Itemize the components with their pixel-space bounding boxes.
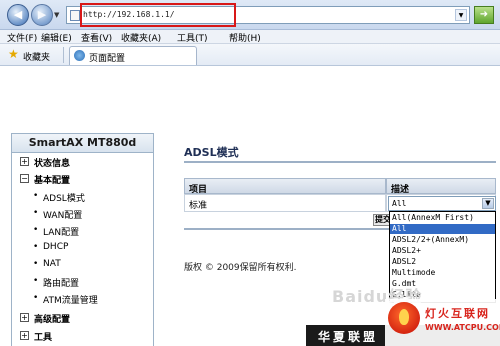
sidebar-item-lan[interactable]: • LAN配置 xyxy=(12,222,153,238)
heading-divider xyxy=(184,161,496,163)
dropdown-option[interactable]: Multimode xyxy=(390,268,495,278)
select-value: All xyxy=(392,199,407,208)
browser-toolbar: ◀ ▶ ▼ http://192.168.1.1/ ▼ ➜ xyxy=(0,0,500,30)
table-header-item: 项目 xyxy=(184,178,386,195)
ie-page-icon xyxy=(74,50,85,61)
sidebar-item-label: ADSL模式 xyxy=(43,194,85,204)
banner-text: 华夏联盟 xyxy=(318,330,379,344)
site-logo-watermark: 灯火互联网 WWW.ATCPU.COM xyxy=(385,299,500,346)
sidebar-menu: + 状态信息 − 基本配置 • ADSL模式 • WAN配置 • LAN配置 • DHC… xyxy=(11,153,154,346)
page-icon xyxy=(70,10,80,21)
page-title: ADSL模式 xyxy=(184,146,239,159)
address-dropdown-icon[interactable]: ▼ xyxy=(455,9,467,21)
sidebar-item-label: NAT xyxy=(43,259,61,269)
dropdown-option[interactable]: ADSL2/2+(AnnexM) xyxy=(390,235,495,245)
menu-favorites[interactable]: 收藏夹(A) xyxy=(121,31,161,44)
forward-button[interactable]: ▶ xyxy=(31,4,53,26)
sidebar-item-adsl-mode[interactable]: • ADSL模式 xyxy=(12,188,153,204)
collapse-minus-icon[interactable]: − xyxy=(20,174,29,183)
sidebar-item-label: ATM流量管理 xyxy=(43,296,98,306)
back-arrow-icon: ◀ xyxy=(13,8,23,21)
favorites-star-icon[interactable]: ★ xyxy=(8,48,19,60)
address-highlight-box xyxy=(80,3,236,27)
chevron-down-icon[interactable]: ▼ xyxy=(482,198,494,209)
sidebar-item-dhcp[interactable]: • DHCP xyxy=(12,239,153,255)
menu-bar: 文件(F) 编辑(E) 查看(V) 收藏夹(A) 工具(T) 帮助(H) xyxy=(0,30,500,44)
sidebar-group-tools[interactable]: + 工具 xyxy=(12,328,153,344)
dropdown-option[interactable]: All(AnnexM First) xyxy=(390,213,495,223)
menu-file[interactable]: 文件(F) xyxy=(7,31,37,44)
sidebar-group-label: 基本配置 xyxy=(34,176,71,186)
sidebar-item-label: LAN配置 xyxy=(43,228,80,238)
go-button[interactable]: ➜ xyxy=(474,6,494,24)
dropdown-option[interactable]: ADSL2 xyxy=(390,257,495,267)
bullet-icon: • xyxy=(33,191,39,201)
sidebar-group-basic[interactable]: − 基本配置 xyxy=(12,171,153,187)
sidebar-group-label: 工具 xyxy=(34,333,53,343)
history-dropdown-icon[interactable]: ▼ xyxy=(54,11,59,19)
table-bottom-divider xyxy=(184,228,390,230)
favorites-label[interactable]: 收藏夹 xyxy=(23,50,50,63)
logo-name: 灯火互联网 xyxy=(425,307,490,320)
menu-edit[interactable]: 编辑(E) xyxy=(41,31,72,44)
adsl-standard-select[interactable]: All ▼ xyxy=(388,196,496,211)
menu-view[interactable]: 查看(V) xyxy=(81,31,112,44)
expand-plus-icon[interactable]: + xyxy=(20,157,29,166)
divider xyxy=(63,47,64,63)
flame-logo-icon xyxy=(388,302,420,334)
expand-plus-icon[interactable]: + xyxy=(20,313,29,322)
sidebar-item-label: DHCP xyxy=(43,242,69,252)
bullet-icon: • xyxy=(33,208,39,218)
tab-title: 页面配置 xyxy=(89,54,126,64)
bullet-icon: • xyxy=(33,276,39,286)
sidebar-item-wan[interactable]: • WAN配置 xyxy=(12,205,153,221)
table-header-description: 描述 xyxy=(386,178,496,195)
sidebar-group-label: 高级配置 xyxy=(34,315,71,325)
sidebar-title: SmartAX MT880d xyxy=(11,133,154,153)
sidebar-group-label: 状态信息 xyxy=(34,159,71,169)
menu-tools[interactable]: 工具(T) xyxy=(177,31,208,44)
bullet-icon: • xyxy=(33,259,39,269)
table-cell-standard: 标准 xyxy=(184,194,386,212)
sidebar-item-label: WAN配置 xyxy=(43,211,83,221)
logo-url: WWW.ATCPU.COM xyxy=(425,323,500,332)
menu-help[interactable]: 帮助(H) xyxy=(229,31,261,44)
address-bar[interactable]: http://192.168.1.1/ ▼ xyxy=(66,3,470,27)
sidebar-group-advanced[interactable]: + 高级配置 xyxy=(12,310,153,326)
bullet-icon: • xyxy=(33,225,39,235)
browser-tab[interactable]: 页面配置 xyxy=(69,46,197,65)
sidebar-group-status[interactable]: + 状态信息 xyxy=(12,154,153,170)
sidebar-item-label: 路由配置 xyxy=(43,279,80,289)
forward-arrow-icon: ▶ xyxy=(37,8,47,21)
bullet-icon: • xyxy=(33,293,39,303)
back-button[interactable]: ◀ xyxy=(7,4,29,26)
copyright-text: 版权 © 2009保留所有权利. xyxy=(184,263,297,273)
sidebar-item-nat[interactable]: • NAT xyxy=(12,256,153,272)
sidebar-item-routing[interactable]: • 路由配置 xyxy=(12,273,153,289)
bullet-icon: • xyxy=(33,242,39,252)
go-arrow-icon: ➜ xyxy=(479,9,489,20)
favorites-bar: ★ 收藏夹 页面配置 xyxy=(0,44,500,66)
expand-plus-icon[interactable]: + xyxy=(20,331,29,340)
dropdown-option[interactable]: ADSL2+ xyxy=(390,246,495,256)
dropdown-option-selected[interactable]: All xyxy=(390,224,495,234)
sidebar-item-atm-traffic[interactable]: • ATM流量管理 xyxy=(12,290,153,306)
